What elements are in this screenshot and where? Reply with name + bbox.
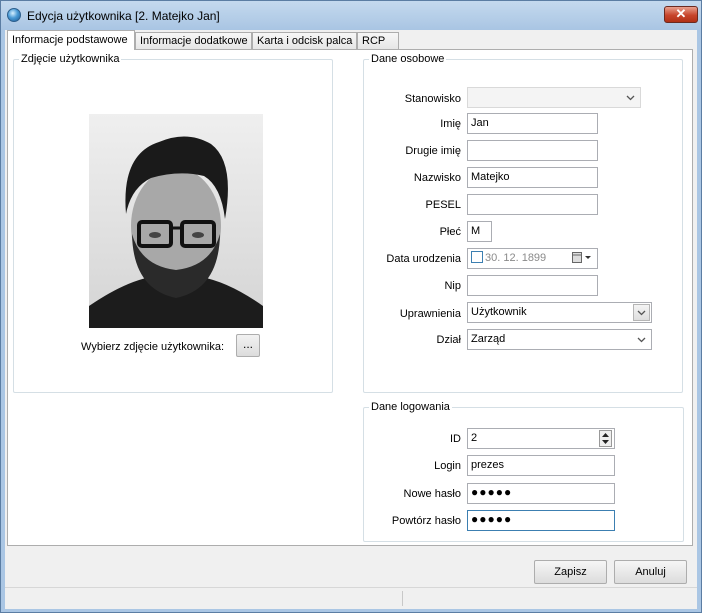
tab-panel-basic: Zdjęcie użytkownika Wybierz zdjęcie użyt… [7,49,693,546]
title-bar[interactable]: Edycja użytkownika [2. Matejko Jan] ✕ [1,1,701,30]
birth-date-label: Data urodzenia [386,253,461,265]
user-photo [89,114,263,328]
login-data-group: Dane logowania ID 2 Login prezes Nowe ha… [363,400,684,542]
tab-additional-info[interactable]: Informacje dodatkowe [135,32,252,49]
status-bar [5,587,697,609]
chevron-down-icon[interactable] [633,304,650,321]
login-label: Login [434,460,461,472]
tab-rcp[interactable]: RCP [357,32,399,49]
close-icon: ✕ [675,6,687,21]
cancel-button[interactable]: Anuluj [614,560,687,584]
personal-data-group: Dane osobowe Stanowisko Imię Jan Drugie … [363,52,683,393]
tab-basic-info[interactable]: Informacje podstawowe [7,30,135,50]
position-combo[interactable] [467,87,641,108]
app-icon [7,8,21,22]
id-label: ID [450,433,461,445]
login-field[interactable]: prezes [467,455,615,476]
choose-photo-label: Wybierz zdjęcie użytkownika: [81,341,224,353]
repeat-password-label: Powtórz hasło [391,515,461,527]
status-separator [402,591,403,606]
first-name-field[interactable]: Jan [467,113,598,134]
tab-strip: Informacje podstawowe Informacje dodatko… [5,30,697,50]
chevron-down-icon[interactable] [633,331,650,348]
position-label: Stanowisko [404,93,461,105]
last-name-field[interactable]: Matejko [467,167,598,188]
browse-photo-button[interactable]: ... [236,334,260,357]
permissions-combo[interactable]: Użytkownik [467,302,652,323]
id-spinner[interactable]: 2 [467,428,615,449]
calendar-icon[interactable] [572,251,594,270]
birth-date-checkbox[interactable] [471,251,483,263]
pesel-label: PESEL [425,199,461,211]
permissions-label: Uprawnienia [399,308,461,320]
tab-card-fingerprint[interactable]: Karta i odcisk palca [252,32,357,49]
chevron-down-icon[interactable] [622,89,639,106]
dialog-window: Edycja użytkownika [2. Matejko Jan] ✕ In… [0,0,702,613]
photo-group: Zdjęcie użytkownika Wybierz zdjęcie użyt… [13,52,333,393]
department-combo[interactable]: Zarząd [467,329,652,350]
sex-field[interactable]: M [467,221,492,242]
repeat-password-field[interactable]: ●●●●● [467,510,615,531]
second-name-field[interactable] [467,140,598,161]
nip-field[interactable] [467,275,598,296]
last-name-label: Nazwisko [413,172,461,184]
new-password-label: Nowe hasło [403,488,461,500]
dialog-client: Informacje podstawowe Informacje dodatko… [5,30,697,609]
second-name-label: Drugie imię [405,145,461,157]
birth-date-picker[interactable]: 30. 12. 1899 [467,248,598,269]
photo-group-title: Zdjęcie użytkownika [19,52,122,66]
window-title: Edycja użytkownika [2. Matejko Jan] [27,9,220,23]
department-label: Dział [436,334,461,346]
nip-label: Nip [444,280,461,292]
pesel-field[interactable] [467,194,598,215]
spinner-arrows-icon[interactable] [599,430,612,447]
save-button[interactable]: Zapisz [534,560,607,584]
close-button[interactable]: ✕ [664,6,698,23]
sex-label: Płeć [439,226,461,238]
login-data-title: Dane logowania [369,400,452,414]
personal-data-title: Dane osobowe [369,52,447,66]
new-password-field[interactable]: ●●●●● [467,483,615,504]
first-name-label: Imię [440,118,461,130]
